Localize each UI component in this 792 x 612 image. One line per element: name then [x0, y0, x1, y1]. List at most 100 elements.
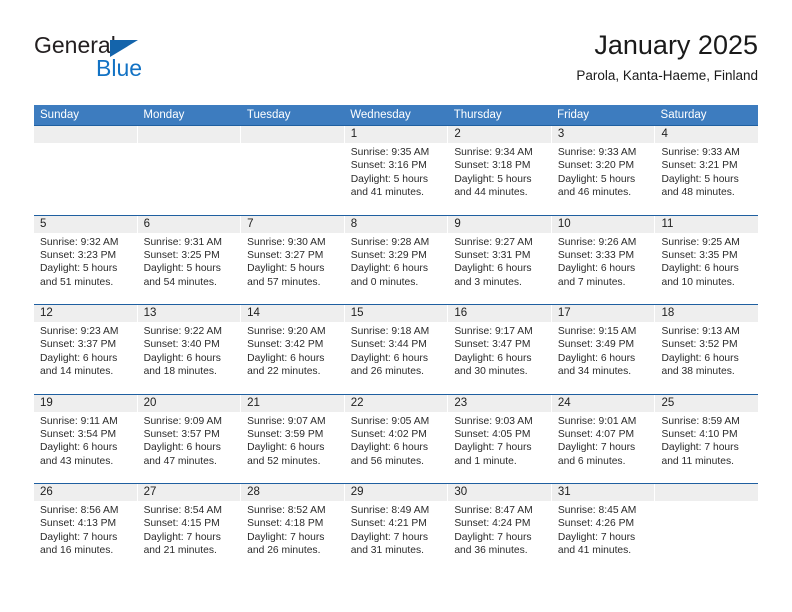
day-details: Sunrise: 9:31 AM Sunset: 3:25 PM Dayligh…	[138, 233, 241, 290]
day-cell[interactable]: 13 Sunrise: 9:22 AM Sunset: 3:40 PM Dayl…	[137, 305, 242, 394]
day-cell[interactable]: 20 Sunrise: 9:09 AM Sunset: 3:57 PM Dayl…	[137, 394, 242, 483]
day-number	[655, 484, 759, 501]
day-cell[interactable]: 9 Sunrise: 9:27 AM Sunset: 3:31 PM Dayli…	[448, 215, 552, 304]
daylight-line1: Daylight: 6 hours	[350, 263, 429, 275]
sunset-text: Sunset: 3:33 PM	[557, 249, 635, 261]
day-cell[interactable]	[34, 126, 138, 215]
day-number: 13	[137, 305, 241, 322]
sunrise-text: Sunrise: 9:15 AM	[557, 326, 637, 337]
day-cell[interactable]	[137, 126, 242, 215]
daylight-line2: and 0 minutes.	[350, 276, 419, 288]
day-number: 27	[137, 484, 241, 501]
daylight-line2: and 10 minutes.	[661, 276, 735, 288]
day-cell[interactable]	[241, 126, 345, 215]
day-cell[interactable]: 30 Sunrise: 8:47 AM Sunset: 4:24 PM Dayl…	[448, 484, 552, 573]
daylight-line1: Daylight: 7 hours	[454, 531, 532, 543]
week-row: 5 Sunrise: 9:32 AM Sunset: 3:23 PM Dayli…	[34, 214, 759, 305]
sunset-text: Sunset: 3:54 PM	[40, 428, 117, 440]
day-number: 3	[551, 126, 655, 143]
daylight-line1: Daylight: 7 hours	[454, 442, 532, 454]
day-details: Sunrise: 8:56 AM Sunset: 4:13 PM Dayligh…	[34, 501, 137, 558]
day-cell[interactable]: 23 Sunrise: 9:03 AM Sunset: 4:05 PM Dayl…	[448, 394, 552, 483]
daylight-line2: and 16 minutes.	[40, 545, 114, 557]
day-details: Sunrise: 9:30 AM Sunset: 3:27 PM Dayligh…	[241, 233, 344, 290]
sunset-text: Sunset: 3:20 PM	[557, 160, 635, 172]
day-number: 5	[34, 215, 137, 233]
day-cell[interactable]: 18 Sunrise: 9:13 AM Sunset: 3:52 PM Dayl…	[655, 305, 759, 394]
day-cell[interactable]: 21 Sunrise: 9:07 AM Sunset: 3:59 PM Dayl…	[241, 394, 345, 483]
day-cell[interactable]: 12 Sunrise: 9:23 AM Sunset: 3:37 PM Dayl…	[34, 305, 138, 394]
daylight-line1: Daylight: 5 hours	[454, 173, 532, 185]
daylight-line2: and 36 minutes.	[454, 545, 528, 557]
day-cell[interactable]: 14 Sunrise: 9:20 AM Sunset: 3:42 PM Dayl…	[241, 305, 345, 394]
day-cell[interactable]: 3 Sunrise: 9:33 AM Sunset: 3:20 PM Dayli…	[551, 126, 656, 215]
day-cell[interactable]	[655, 484, 759, 573]
day-cell[interactable]: 15 Sunrise: 9:18 AM Sunset: 3:44 PM Dayl…	[344, 305, 449, 394]
daylight-line1: Daylight: 6 hours	[454, 263, 532, 275]
day-cell[interactable]: 2 Sunrise: 9:34 AM Sunset: 3:18 PM Dayli…	[448, 126, 552, 215]
day-cell[interactable]: 25 Sunrise: 8:59 AM Sunset: 4:10 PM Dayl…	[655, 394, 759, 484]
daylight-line1: Daylight: 7 hours	[247, 531, 325, 543]
day-number: 21	[241, 394, 344, 412]
day-number: 18	[655, 305, 759, 322]
day-cell[interactable]: 11 Sunrise: 9:25 AM Sunset: 3:35 PM Dayl…	[655, 215, 759, 305]
sunrise-text: Sunrise: 8:52 AM	[247, 505, 326, 516]
day-cell[interactable]: 27 Sunrise: 8:54 AM Sunset: 4:15 PM Dayl…	[137, 484, 242, 573]
sunrise-text: Sunrise: 9:31 AM	[143, 236, 222, 248]
day-details: Sunrise: 9:18 AM Sunset: 3:44 PM Dayligh…	[345, 322, 448, 379]
sunset-text: Sunset: 4:10 PM	[661, 428, 738, 440]
day-cell[interactable]: 17 Sunrise: 9:15 AM Sunset: 3:49 PM Dayl…	[551, 305, 656, 394]
daylight-line1: Daylight: 7 hours	[661, 442, 739, 454]
day-cell[interactable]: 6 Sunrise: 9:31 AM Sunset: 3:25 PM Dayli…	[137, 215, 242, 304]
daylight-line1: Daylight: 6 hours	[454, 352, 532, 364]
calendar-page: General Blue January 2025 Parola, Kanta-…	[0, 0, 792, 612]
daylight-line1: Daylight: 6 hours	[247, 352, 325, 364]
day-number	[241, 126, 344, 143]
day-cell[interactable]: 24 Sunrise: 9:01 AM Sunset: 4:07 PM Dayl…	[551, 394, 656, 483]
daylight-line2: and 11 minutes.	[661, 455, 734, 467]
daylight-line2: and 52 minutes.	[247, 455, 321, 467]
day-cell[interactable]: 7 Sunrise: 9:30 AM Sunset: 3:27 PM Dayli…	[241, 215, 345, 304]
logo-text-blue: Blue	[96, 55, 143, 81]
day-details: Sunrise: 8:59 AM Sunset: 4:10 PM Dayligh…	[655, 412, 758, 469]
page-subtitle: Parola, Kanta-Haeme, Finland	[576, 68, 758, 83]
day-cell[interactable]: 31 Sunrise: 8:45 AM Sunset: 4:26 PM Dayl…	[551, 484, 656, 573]
day-number: 29	[344, 484, 448, 501]
sunrise-text: Sunrise: 8:59 AM	[661, 415, 740, 427]
daylight-line1: Daylight: 7 hours	[143, 531, 221, 543]
day-cell[interactable]: 4 Sunrise: 9:33 AM Sunset: 3:21 PM Dayli…	[655, 126, 759, 215]
day-cell[interactable]: 22 Sunrise: 9:05 AM Sunset: 4:02 PM Dayl…	[344, 394, 449, 483]
daylight-line1: Daylight: 6 hours	[557, 352, 636, 364]
day-cell[interactable]: 19 Sunrise: 9:11 AM Sunset: 3:54 PM Dayl…	[34, 394, 138, 483]
general-blue-logo[interactable]: General Blue	[34, 32, 234, 90]
daylight-line1: Daylight: 5 hours	[143, 263, 221, 275]
day-cell[interactable]: 8 Sunrise: 9:28 AM Sunset: 3:29 PM Dayli…	[344, 215, 449, 304]
sunrise-text: Sunrise: 9:32 AM	[40, 236, 119, 248]
daylight-line2: and 43 minutes.	[40, 455, 114, 467]
day-details: Sunrise: 8:54 AM Sunset: 4:15 PM Dayligh…	[138, 501, 241, 558]
day-details: Sunrise: 8:47 AM Sunset: 4:24 PM Dayligh…	[448, 501, 551, 558]
day-number: 2	[448, 126, 551, 143]
day-cell[interactable]: 16 Sunrise: 9:17 AM Sunset: 3:47 PM Dayl…	[448, 305, 552, 394]
day-details: Sunrise: 9:22 AM Sunset: 3:40 PM Dayligh…	[138, 322, 241, 379]
day-details: Sunrise: 9:25 AM Sunset: 3:35 PM Dayligh…	[655, 233, 758, 290]
sunset-text: Sunset: 4:21 PM	[350, 518, 427, 530]
day-cell[interactable]: 5 Sunrise: 9:32 AM Sunset: 3:23 PM Dayli…	[34, 215, 138, 304]
sunset-text: Sunset: 4:13 PM	[40, 518, 117, 530]
day-details: Sunrise: 9:23 AM Sunset: 3:37 PM Dayligh…	[34, 322, 137, 379]
day-cell[interactable]: 28 Sunrise: 8:52 AM Sunset: 4:18 PM Dayl…	[241, 484, 345, 573]
daylight-line2: and 18 minutes.	[143, 366, 217, 378]
sunrise-text: Sunrise: 9:33 AM	[661, 147, 740, 158]
week-row: 12 Sunrise: 9:23 AM Sunset: 3:37 PM Dayl…	[34, 304, 759, 394]
day-cell[interactable]: 26 Sunrise: 8:56 AM Sunset: 4:13 PM Dayl…	[34, 484, 138, 573]
day-number: 20	[137, 394, 241, 412]
sunset-text: Sunset: 3:44 PM	[350, 339, 427, 351]
daylight-line1: Daylight: 6 hours	[40, 442, 118, 454]
day-cell[interactable]: 29 Sunrise: 8:49 AM Sunset: 4:21 PM Dayl…	[344, 484, 449, 573]
day-cell[interactable]: 10 Sunrise: 9:26 AM Sunset: 3:33 PM Dayl…	[551, 215, 656, 304]
daylight-line2: and 14 minutes.	[40, 366, 114, 378]
day-number: 11	[655, 215, 759, 233]
day-number: 4	[655, 126, 759, 143]
day-cell[interactable]: 1 Sunrise: 9:35 AM Sunset: 3:16 PM Dayli…	[344, 126, 449, 215]
daylight-line1: Daylight: 7 hours	[350, 531, 429, 543]
